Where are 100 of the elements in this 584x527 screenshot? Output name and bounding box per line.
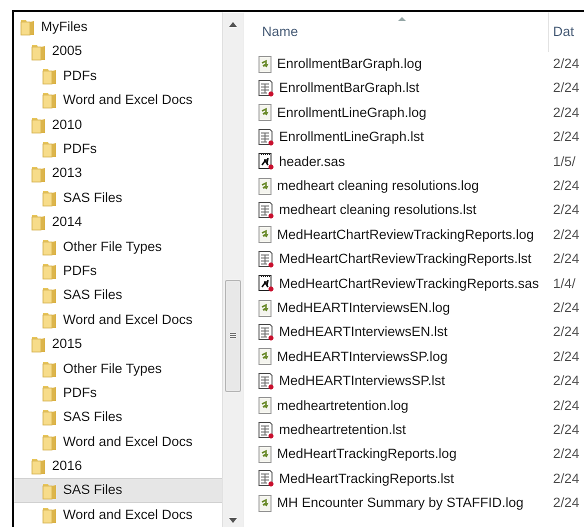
file-date: 2/24 — [553, 201, 580, 220]
file-date: 2/24 — [553, 445, 580, 464]
folder-tree-item[interactable]: 2013 — [14, 161, 222, 186]
file-date: 2/24 — [553, 470, 580, 488]
sort-arrow-icon — [398, 17, 406, 21]
folder-icon — [42, 506, 57, 524]
file-date: 2/24 — [553, 396, 580, 415]
log-file-icon — [258, 446, 272, 463]
folder-icon — [42, 238, 57, 256]
log-file-icon — [258, 397, 272, 414]
listing-file-icon — [258, 80, 274, 98]
folder-tree-item[interactable]: 2010 — [14, 112, 222, 137]
file-date: 2/24 — [553, 226, 580, 244]
folder-icon — [42, 384, 57, 402]
log-file-icon — [258, 300, 272, 317]
folder-tree-item[interactable]: Word and Excel Docs — [14, 502, 222, 527]
sas-program-icon — [258, 275, 274, 292]
file-date: 2/24 — [553, 372, 580, 390]
file-date: 2/24 — [553, 55, 580, 74]
folder-tree-item[interactable]: Word and Excel Docs — [14, 430, 222, 454]
folder-tree-item[interactable]: SAS Files — [14, 478, 222, 503]
column-header[interactable]: Name — [258, 22, 548, 42]
listing-file-icon — [258, 372, 274, 390]
scrollbar-thumb[interactable] — [225, 280, 241, 392]
file-date: 2/24 — [553, 298, 580, 317]
file-date: 2/24 — [553, 420, 580, 439]
file-name[interactable]: EnrollmentLineGraph.log — [277, 102, 426, 124]
file-date: 2/24 — [553, 494, 580, 512]
file-name[interactable]: EnrollmentLineGraph.lst — [279, 127, 424, 148]
folder-tree-item[interactable]: 2014 — [14, 210, 222, 235]
folder-tree-item[interactable]: PDFs — [14, 136, 222, 162]
folder-tree-item[interactable]: SAS Files — [14, 283, 222, 308]
file-name[interactable]: EnrollmentBarGraph.log — [277, 54, 422, 74]
folder-tree-item[interactable]: 2016 — [14, 454, 222, 478]
file-date: 2/24 — [553, 128, 580, 146]
file-date: 2/24 — [553, 79, 580, 98]
scroll-down-icon[interactable] — [229, 518, 237, 523]
file-name[interactable]: MedHeartTrackingReports.lst — [279, 468, 454, 489]
log-file-icon — [258, 348, 272, 366]
listing-file-icon — [258, 470, 274, 488]
log-file-icon — [258, 226, 272, 244]
folder-icon — [31, 335, 46, 354]
file-name[interactable]: MedHeartChartReviewTrackingReports.sas — [279, 274, 539, 294]
folder-icon — [31, 164, 46, 183]
folder-icon — [42, 360, 57, 378]
log-file-icon — [258, 494, 272, 512]
listing-file-icon — [258, 324, 274, 341]
folder-tree-item[interactable]: 2005 — [14, 39, 222, 64]
folder-icon — [42, 140, 57, 158]
file-date: 2/24 — [553, 323, 580, 342]
file-name[interactable]: medheartretention.lst — [279, 420, 406, 440]
file-name[interactable]: MH Encounter Summary by STAFFID.log — [277, 493, 524, 514]
file-name[interactable]: medheart cleaning resolutions.lst — [279, 200, 476, 221]
file-name[interactable]: MedHEARTInterviewsEN.lst — [279, 322, 448, 343]
listing-file-icon — [258, 250, 274, 268]
folder-tree-item[interactable]: SAS Files — [14, 186, 222, 210]
column-header[interactable]: Dat — [553, 22, 574, 42]
file-name[interactable]: MedHEARTInterviewsSP.lst — [279, 371, 446, 392]
file-name[interactable]: MedHEARTInterviewsSP.log — [277, 346, 448, 367]
sas-program-icon — [258, 153, 274, 170]
folder-icon — [42, 310, 57, 329]
folder-icon — [31, 457, 46, 476]
folder-tree-item[interactable]: PDFs — [14, 380, 222, 406]
listing-file-icon — [258, 202, 274, 220]
file-date: 1/4/ — [553, 274, 576, 293]
folder-tree-item[interactable]: MyFiles — [14, 15, 222, 40]
folder-tree-item[interactable]: PDFs — [14, 258, 222, 284]
folder-icon — [42, 408, 57, 426]
folder-tree-item[interactable]: 2015 — [14, 332, 222, 356]
listing-file-icon — [258, 422, 274, 439]
scroll-up-icon[interactable] — [229, 22, 237, 27]
file-date: 2/24 — [553, 348, 580, 366]
folder-icon — [42, 432, 57, 451]
folder-tree-item[interactable]: SAS Files — [14, 405, 222, 430]
file-name[interactable]: MedHEARTInterviewsEN.log — [277, 298, 450, 318]
folder-tree-item[interactable]: Other File Types — [14, 234, 222, 259]
folder-tree-item[interactable]: Other File Types — [14, 356, 222, 381]
file-date: 2/24 — [553, 104, 580, 122]
log-file-icon — [258, 104, 272, 122]
file-name[interactable]: medheartretention.log — [277, 396, 408, 416]
folder-icon — [31, 42, 46, 61]
file-date: 1/5/ — [553, 152, 576, 171]
log-file-icon — [258, 178, 272, 195]
folder-tree-item[interactable]: Word and Excel Docs — [14, 308, 222, 332]
folder-icon — [42, 286, 57, 304]
file-date: 2/24 — [553, 177, 580, 196]
file-name[interactable]: MedHeartChartReviewTrackingReports.lst — [279, 249, 532, 270]
folder-icon — [42, 482, 57, 500]
file-name[interactable]: medheart cleaning resolutions.log — [277, 176, 479, 196]
folder-icon — [42, 262, 57, 280]
file-name[interactable]: EnrollmentBarGraph.lst — [279, 78, 420, 99]
file-date: 2/24 — [553, 250, 580, 268]
file-name[interactable]: MedHeartChartReviewTrackingReports.log — [277, 224, 534, 246]
file-name[interactable]: MedHeartTrackingReports.log — [277, 444, 457, 465]
folder-tree-item[interactable]: Word and Excel Docs — [14, 88, 222, 113]
folder-icon — [31, 116, 46, 134]
folder-tree-item[interactable]: PDFs — [14, 64, 222, 88]
folder-icon — [31, 213, 46, 232]
folder-icon — [42, 188, 57, 207]
file-name[interactable]: header.sas — [279, 152, 346, 172]
